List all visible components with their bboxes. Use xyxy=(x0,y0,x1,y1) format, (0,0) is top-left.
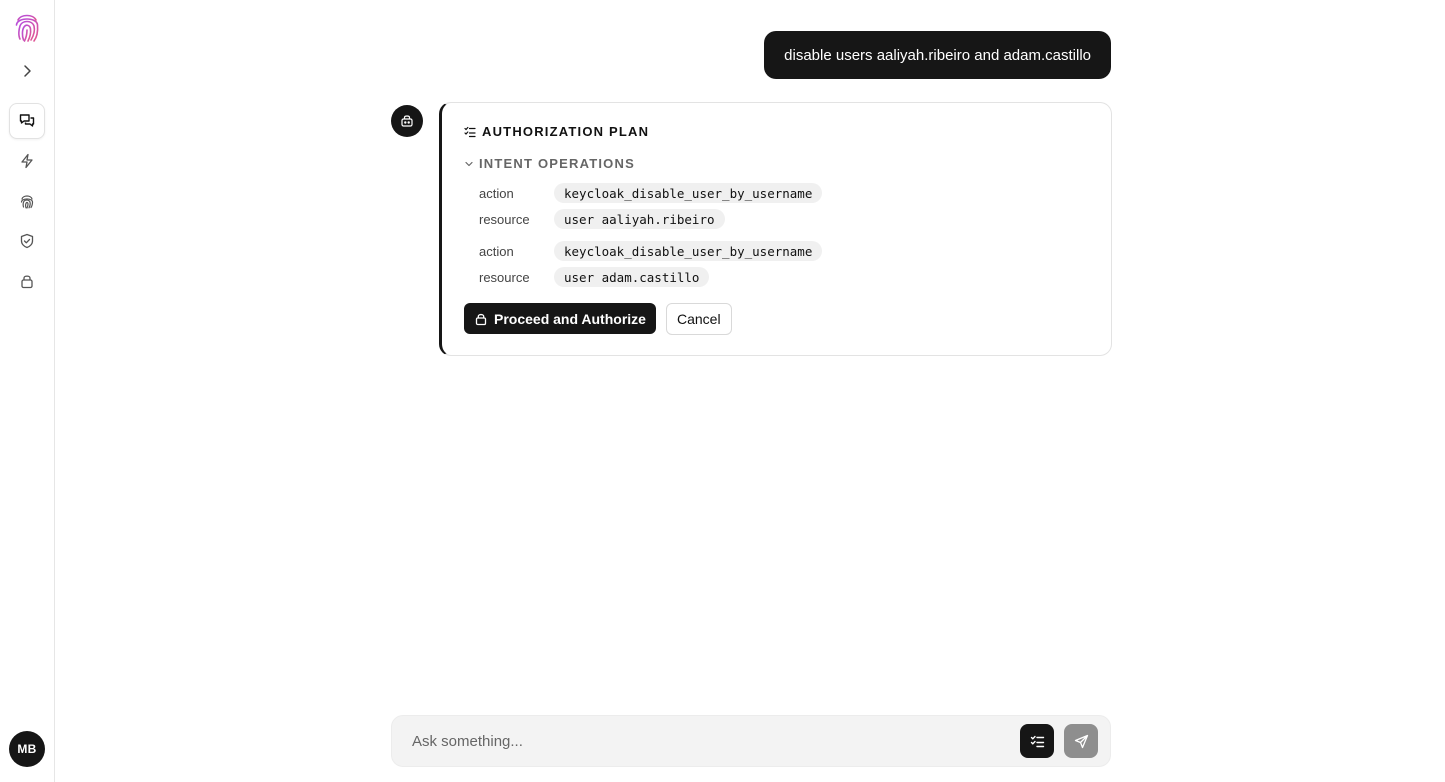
assistant-avatar xyxy=(391,105,423,137)
operation-resource-key: resource xyxy=(479,269,530,285)
message-input[interactable] xyxy=(412,716,1012,766)
operation-resource-value: user aaliyah.ribeiro xyxy=(554,209,725,229)
sidebar-item-security[interactable] xyxy=(9,263,45,299)
operation-resource-key: resource xyxy=(479,211,530,227)
operation-2-action-row: action keycloak_disable_user_by_username xyxy=(479,241,823,261)
operation-1-resource-row: resource user aaliyah.ribeiro xyxy=(479,209,725,229)
sidebar-item-identity[interactable] xyxy=(9,183,45,219)
operation-1-action-row: action keycloak_disable_user_by_username xyxy=(479,183,823,203)
cancel-button[interactable]: Cancel xyxy=(666,303,732,335)
fingerprint-icon xyxy=(20,195,34,209)
operation-action-value: keycloak_disable_user_by_username xyxy=(554,241,823,261)
intent-operations-label: INTENT OPERATIONS xyxy=(479,156,635,171)
robot-icon xyxy=(401,115,413,127)
plan-header: AUTHORIZATION PLAN xyxy=(464,124,649,139)
operation-action-value: keycloak_disable_user_by_username xyxy=(554,183,823,203)
sidebar-item-chat[interactable] xyxy=(9,103,45,139)
message-composer xyxy=(391,715,1111,767)
sidebar: MB xyxy=(0,0,55,782)
proceed-and-authorize-button[interactable]: Proceed and Authorize xyxy=(464,303,656,334)
chevron-right-icon xyxy=(24,65,31,77)
proceed-button-label: Proceed and Authorize xyxy=(494,310,646,327)
chevron-down-icon xyxy=(465,161,473,166)
send-button[interactable] xyxy=(1064,724,1098,758)
send-icon xyxy=(1074,734,1088,748)
sidebar-item-automations[interactable] xyxy=(9,143,45,179)
lightning-icon xyxy=(21,153,33,169)
lock-icon xyxy=(475,313,487,325)
user-message-bubble: disable users aaliyah.ribeiro and adam.c… xyxy=(764,31,1111,79)
sidebar-item-policies[interactable] xyxy=(9,223,45,259)
plan-title: AUTHORIZATION PLAN xyxy=(482,124,650,139)
operation-action-key: action xyxy=(479,185,514,201)
operation-2-resource-row: resource user adam.castillo xyxy=(479,267,710,287)
checklist-icon xyxy=(1030,735,1044,747)
operation-resource-value: user adam.castillo xyxy=(554,267,710,287)
fingerprint-logo-icon[interactable] xyxy=(13,11,41,43)
operation-action-key: action xyxy=(479,243,514,259)
chat-icon xyxy=(19,114,35,127)
shield-check-icon xyxy=(20,233,34,249)
authorization-plan-card: AUTHORIZATION PLAN INTENT OPERATIONS act… xyxy=(439,102,1112,356)
checklist-icon xyxy=(464,126,476,137)
lock-icon xyxy=(21,275,33,289)
sidebar-expand-button[interactable] xyxy=(9,53,45,89)
plan-mode-button[interactable] xyxy=(1020,724,1054,758)
intent-operations-toggle[interactable]: INTENT OPERATIONS xyxy=(464,156,635,171)
user-avatar[interactable]: MB xyxy=(9,731,45,767)
